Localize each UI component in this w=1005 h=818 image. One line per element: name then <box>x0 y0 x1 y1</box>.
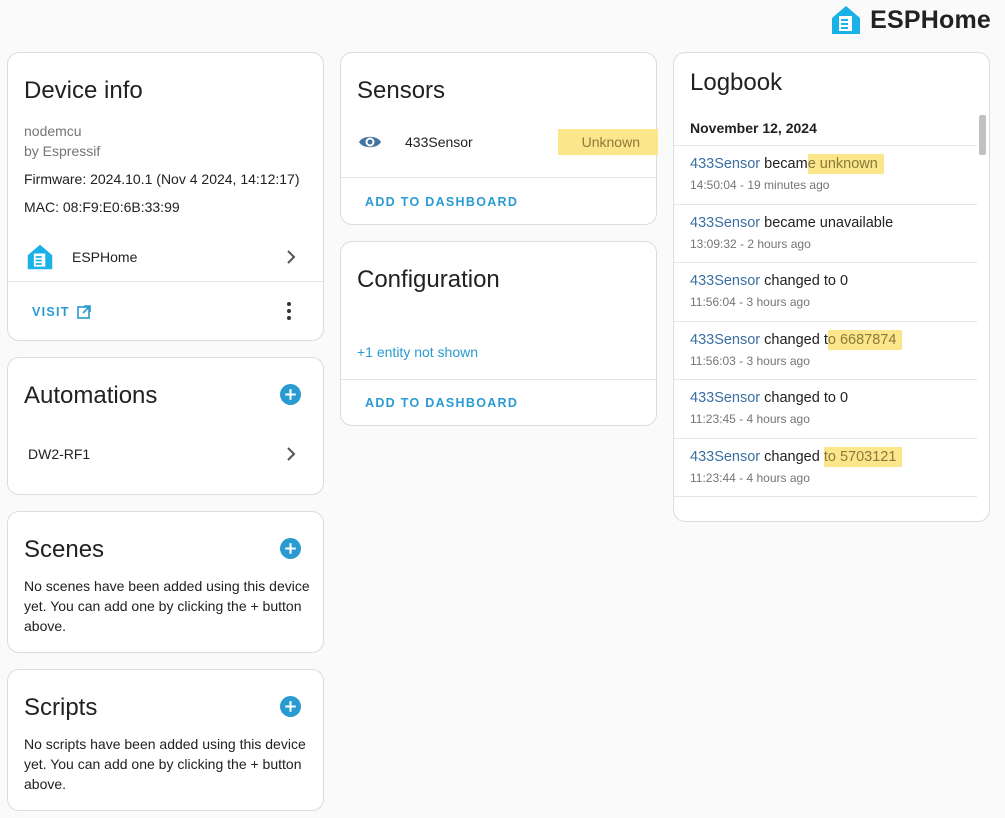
logbook-entry-message: 433Sensor changed to 0 <box>690 273 848 289</box>
sensor-entity-name: 433Sensor <box>405 134 473 150</box>
logbook-entry-message: 433Sensor became unknown <box>690 154 884 174</box>
eye-icon <box>359 136 381 148</box>
logbook-date-header: November 12, 2024 <box>690 120 817 136</box>
hidden-entities-link[interactable]: +1 entity not shown <box>357 344 478 360</box>
logbook-entry-time: 11:23:44 - 4 hours ago <box>690 470 810 485</box>
logbook-entity-link[interactable]: 433Sensor <box>690 332 760 348</box>
chevron-right-icon <box>287 250 296 264</box>
chevron-right-icon <box>287 447 296 461</box>
automations-title: Automations <box>24 382 158 409</box>
visit-label: VISIT <box>32 305 70 319</box>
logbook-entry-time: 14:50:04 - 19 minutes ago <box>690 178 830 192</box>
logbook-entry-message: 433Sensor changed to 5703121 <box>690 446 903 467</box>
logbook-list[interactable]: November 12, 2024 433Sensor became unkno… <box>674 111 989 511</box>
device-model: nodemcu <box>24 123 82 139</box>
brand-name: ESPHome <box>870 5 991 34</box>
logbook-entry: 433Sensor changed to 6687874 11:56:03 - 3… <box>674 320 977 380</box>
logbook-entry: 433Sensor became unknown 14:50:04 - 19 mi… <box>674 145 977 204</box>
configuration-card: Configuration +1 entity not shown ADD TO… <box>340 241 657 426</box>
scenes-title: Scenes <box>24 536 105 563</box>
configuration-add-to-dashboard-button[interactable]: ADD TO DASHBOARD <box>365 396 518 410</box>
more-vertical-icon[interactable] <box>285 301 293 321</box>
add-scene-icon[interactable] <box>280 538 301 559</box>
logbook-entry-partial <box>674 496 977 511</box>
automation-item[interactable]: DW2-RF1 <box>8 438 323 468</box>
logbook-highlighted-text: e unknown <box>807 154 884 174</box>
configuration-divider <box>341 379 656 380</box>
logbook-entry-time: 11:56:03 - 3 hours ago <box>690 353 810 368</box>
device-manufacturer: by Espressif <box>24 143 101 159</box>
automations-card: Automations DW2-RF1 <box>7 357 324 495</box>
scripts-card: Scripts No scripts have been added using… <box>7 669 324 811</box>
esphome-integration-icon <box>27 244 53 270</box>
logbook-entry-time: 11:23:45 - 4 hours ago <box>690 412 810 426</box>
logbook-entity-link[interactable]: 433Sensor <box>690 390 760 406</box>
esphome-brand: ESPHome <box>830 4 991 36</box>
sensors-add-to-dashboard-button[interactable]: ADD TO DASHBOARD <box>365 195 518 209</box>
sensors-title: Sensors <box>357 77 446 104</box>
logbook-highlighted-text: to 5703121 <box>823 446 903 467</box>
logbook-entry-text: changed <box>760 448 824 465</box>
automation-item-label: DW2-RF1 <box>28 446 91 462</box>
logbook-entry-text: changed t <box>760 331 828 348</box>
sensors-divider <box>341 177 656 178</box>
logbook-title: Logbook <box>690 69 783 96</box>
integration-name: ESPHome <box>72 249 138 265</box>
add-script-icon[interactable] <box>280 696 301 717</box>
logbook-highlighted-text: o 6687874 <box>827 329 903 350</box>
logbook-card: Logbook November 12, 2024 433Sensor beca… <box>673 52 990 522</box>
logbook-entity-link[interactable]: 433Sensor <box>690 449 760 465</box>
logbook-entity-link[interactable]: 433Sensor <box>690 215 760 231</box>
logbook-entity-link[interactable]: 433Sensor <box>690 156 760 172</box>
visit-button[interactable]: VISIT <box>32 303 102 323</box>
add-automation-icon[interactable] <box>280 384 301 405</box>
scripts-title: Scripts <box>24 694 98 721</box>
logbook-entry-time: 13:09:32 - 2 hours ago <box>690 236 811 251</box>
integration-row[interactable]: ESPHome <box>8 237 323 277</box>
logbook-entry-time: 11:56:04 - 3 hours ago <box>690 295 810 309</box>
logbook-entry-text: changed to 0 <box>760 273 849 289</box>
scenes-card: Scenes No scenes have been added using t… <box>7 511 324 653</box>
configuration-title: Configuration <box>357 266 500 293</box>
sensors-card: Sensors 433Sensor Unknown ADD TO DASHBOA… <box>340 52 658 225</box>
logbook-entry-text: becam <box>760 156 808 172</box>
logbook-entry: 433Sensor changed to 0 11:56:04 - 3 hours… <box>674 262 977 321</box>
esphome-logo-icon <box>832 6 861 34</box>
logbook-entry-message: 433Sensor became unavailable <box>690 215 893 231</box>
device-info-divider <box>8 281 323 282</box>
logbook-entry-message: 433Sensor changed to 0 <box>690 390 848 406</box>
logbook-entry-message: 433Sensor changed to 6687874 <box>690 329 903 350</box>
device-firmware: Firmware: 2024.10.1 (Nov 4 2024, 14:12:1… <box>24 171 300 187</box>
logbook-entry: 433Sensor became unavailable 13:09:32 - 2… <box>674 203 977 263</box>
device-mac: MAC: 08:F9:E0:6B:33:99 <box>24 199 180 215</box>
device-info-title: Device info <box>24 77 143 104</box>
logbook-entry-text: changed to 0 <box>760 390 849 406</box>
scenes-empty-text: No scenes have been added using this dev… <box>24 578 310 634</box>
sensor-entity-state: Unknown <box>581 134 640 150</box>
logbook-entry-text: became unavailable <box>760 214 894 231</box>
logbook-entry: 433Sensor changed to 0 11:23:45 - 4 hours… <box>674 379 977 438</box>
device-info-card: Device info nodemcu by Espressif Firmwar… <box>7 52 324 341</box>
open-in-new-icon <box>77 305 91 319</box>
sensor-row[interactable]: 433Sensor Unknown <box>341 125 658 161</box>
logbook-entry: 433Sensor changed to 5703121 11:23:44 - 4… <box>674 437 977 497</box>
logbook-scrollbar[interactable] <box>979 115 986 155</box>
scripts-empty-text: No scripts have been added using this de… <box>24 736 306 792</box>
logbook-entity-link[interactable]: 433Sensor <box>690 273 760 289</box>
